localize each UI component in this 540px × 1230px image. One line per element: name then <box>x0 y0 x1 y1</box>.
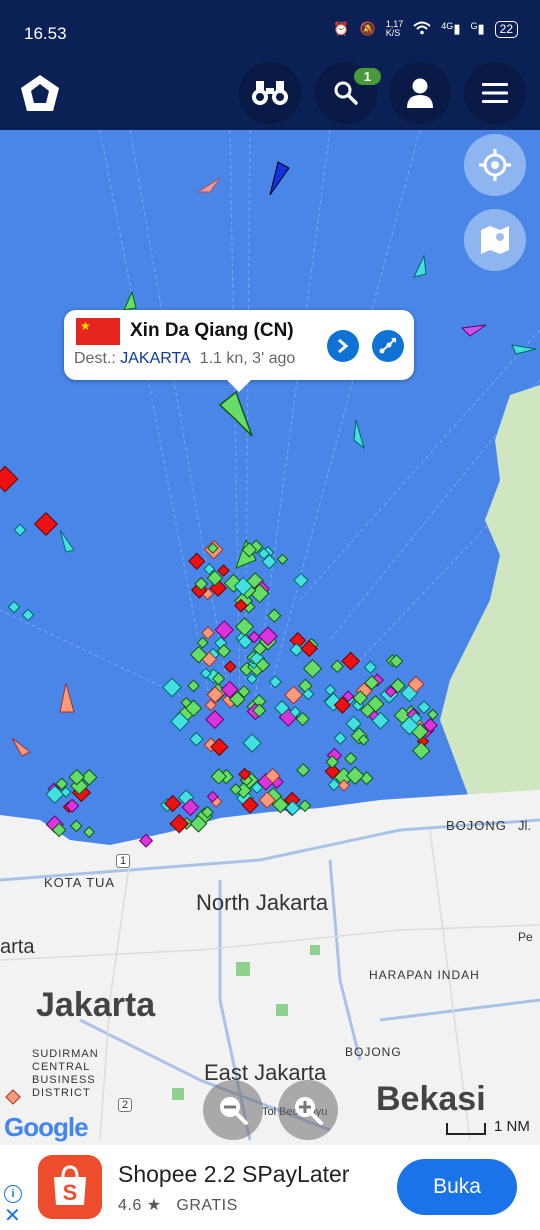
map-label-harapan-indah: HARAPAN INDAH <box>369 968 480 982</box>
signal-4g-label: 4G <box>441 21 454 31</box>
ad-open-button[interactable]: Buka <box>397 1159 517 1215</box>
signal-4g-icon: 4G▮ <box>441 21 461 36</box>
map-scale: 1 NM <box>446 1118 530 1135</box>
ad-banner[interactable]: i ✕ S Shopee 2.2 SPayLater 4.6 ★ GRATIS … <box>0 1145 540 1230</box>
menu-icon <box>482 83 508 103</box>
map-label-bojong-2: BOJONG <box>345 1045 402 1059</box>
map-label-jl: Jl. <box>518 818 531 833</box>
app-toolbar: 1 <box>0 56 540 130</box>
mute-icon: 🔕 <box>359 21 376 36</box>
vessel-route-button[interactable] <box>372 330 404 362</box>
shopee-app-icon: S <box>38 1155 102 1219</box>
binoculars-button[interactable] <box>239 62 301 124</box>
map-label-bekasi: Bekasi <box>376 1080 486 1118</box>
zoom-in-icon <box>295 1097 323 1125</box>
svg-text:S: S <box>63 1180 78 1205</box>
account-button[interactable] <box>389 62 451 124</box>
scale-bar <box>446 1123 486 1135</box>
status-icons: ⏰ 🔕 1,17 K/S 4G▮ G▮ 22 <box>333 20 518 38</box>
ad-title: Shopee 2.2 SPayLater <box>118 1161 350 1187</box>
vessel-destination: Dest.: JAKARTA 1.1 kn, 3' ago <box>74 350 295 368</box>
map-label-pe: Pe <box>518 930 533 944</box>
locate-me-button[interactable] <box>464 134 526 196</box>
scale-label: 1 NM <box>494 1118 530 1135</box>
signal-g-label: G <box>470 21 478 31</box>
map-label-jakarta-partial: arta <box>0 936 35 958</box>
map-label-kota-tua: KOTA TUA <box>44 875 116 890</box>
ad-info-icon[interactable]: i <box>4 1185 22 1203</box>
map-layers-button[interactable] <box>464 209 526 271</box>
map-icon <box>481 226 509 254</box>
search-badge: 1 <box>353 68 381 85</box>
google-logo: Google <box>4 1112 89 1143</box>
map-label-jakarta: Jakarta <box>36 986 156 1024</box>
menu-button[interactable] <box>464 62 526 124</box>
china-flag-icon: ★ <box>76 318 120 345</box>
status-time: 16.53 <box>24 24 67 43</box>
net-speed: 1,17 K/S <box>385 19 404 38</box>
vessel-details-button[interactable] <box>327 330 359 362</box>
vessel-popup[interactable]: ★ Xin Da Qiang (CN) Dest.: JAKARTA 1.1 k… <box>64 310 414 392</box>
ad-subtitle: 4.6 ★ GRATIS <box>118 1195 238 1215</box>
road-shield-1: 1 <box>116 854 131 868</box>
user-icon <box>407 78 433 108</box>
map-label-bojong: BOJONG <box>446 818 507 833</box>
zoom-out-button[interactable] <box>203 1080 263 1140</box>
search-icon <box>334 81 358 105</box>
ad-price: GRATIS <box>176 1197 238 1214</box>
road-shield-2: 2 <box>118 1098 133 1112</box>
crosshair-icon <box>479 149 511 181</box>
binoculars-icon <box>252 81 288 105</box>
map-label-north-jakarta: North Jakarta <box>196 890 329 915</box>
battery-icon: 22 <box>494 20 518 38</box>
wifi-icon <box>413 21 431 38</box>
signal-g-icon: G▮ <box>470 21 485 36</box>
chevron-right-icon <box>338 338 349 354</box>
alarm-icon: ⏰ <box>333 21 350 36</box>
ad-close-icon[interactable]: ✕ <box>4 1203 21 1228</box>
dest-label: Dest.: <box>74 350 116 367</box>
flag-star: ★ <box>80 319 91 333</box>
ad-rating: 4.6 ★ <box>118 1197 162 1214</box>
zoom-out-icon <box>220 1097 248 1125</box>
route-icon <box>379 338 396 354</box>
marinetraffic-logo-icon[interactable] <box>18 72 62 116</box>
zoom-in-button[interactable] <box>278 1080 338 1140</box>
status-bar: 16.53 ⏰ 🔕 1,17 K/S 4G▮ G▮ 22 <box>0 0 540 56</box>
vessel-status: 1.1 kn, 3' ago <box>199 350 296 367</box>
dest-port: JAKARTA <box>120 350 191 367</box>
map-view[interactable]: BOJONG Jl. KOTA TUA North Jakarta arta H… <box>0 130 540 1145</box>
vessel-name: Xin Da Qiang (CN) <box>130 320 294 341</box>
map-label-sudirman: SUDIRMAN CENTRAL BUSINESS DISTRICT <box>32 1048 99 1099</box>
google-text: Google <box>4 1112 89 1142</box>
search-button[interactable]: 1 <box>315 62 381 124</box>
